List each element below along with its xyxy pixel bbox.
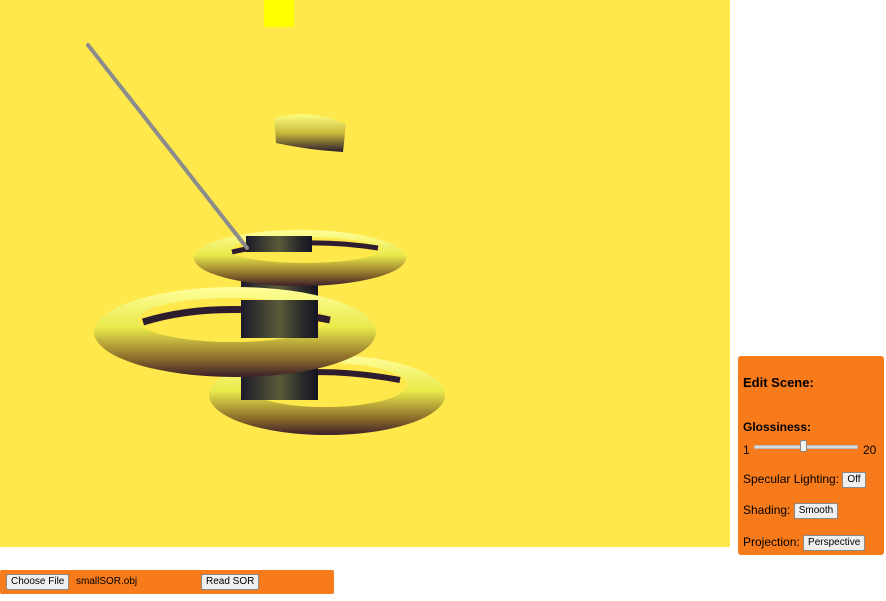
edit-scene-panel: Edit Scene: Glossiness: 1 20 Specular Li…: [738, 356, 884, 555]
shading-label: Shading:: [743, 503, 791, 518]
shading-toggle-button[interactable]: Smooth: [793, 503, 839, 519]
edit-scene-title: Edit Scene:: [743, 375, 814, 390]
scene-render: [86, 0, 445, 435]
selected-file-name: smallSOR.obj: [76, 576, 138, 587]
projection-toggle-button[interactable]: Perspective: [803, 535, 866, 551]
light-direction-stick: [86, 43, 249, 250]
glossiness-slider[interactable]: [754, 440, 858, 452]
glossiness-min-label: 1: [743, 443, 750, 457]
light-source-marker: [264, 0, 294, 27]
glossiness-max-label: 20: [863, 443, 877, 457]
webgl-canvas[interactable]: [0, 0, 730, 547]
slider-thumb[interactable]: [799, 440, 807, 452]
projection-row: Projection: Perspective: [743, 535, 866, 551]
specular-label: Specular Lighting:: [743, 472, 840, 487]
choose-file-button[interactable]: Choose File: [6, 574, 70, 590]
read-sor-button[interactable]: Read SOR: [201, 574, 260, 590]
specular-toggle-button[interactable]: Off: [842, 472, 866, 488]
specular-row: Specular Lighting: Off: [743, 472, 866, 488]
file-bar: Choose File smallSOR.obj Read SOR: [0, 570, 334, 594]
middle-ring: [94, 287, 376, 377]
glossiness-label: Glossiness:: [743, 420, 812, 434]
shading-row: Shading: Smooth: [743, 503, 839, 519]
top-ring: [194, 230, 406, 286]
floating-box: [274, 114, 346, 152]
projection-label: Projection:: [743, 535, 800, 550]
